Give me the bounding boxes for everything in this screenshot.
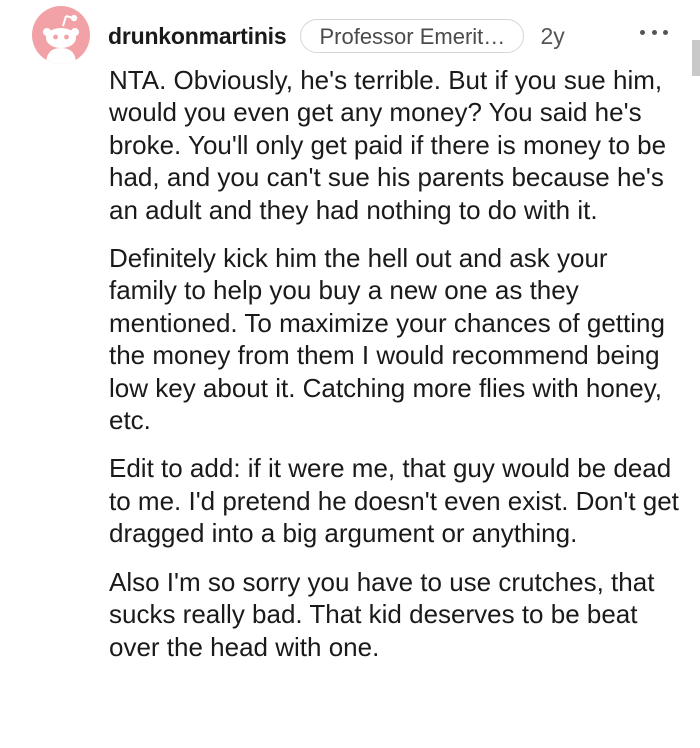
username-link[interactable]: drunkonmartinis: [108, 23, 287, 50]
comment-paragraph: NTA. Obviously, he's terrible. But if yo…: [109, 65, 667, 225]
comment: drunkonmartinis Professor Emeritass [...…: [0, 0, 700, 748]
comment-paragraph: Definitely kick him the hell out and ask…: [109, 243, 665, 436]
comment-age: 2y: [540, 22, 565, 49]
comment-paragraph: Also I'm so sorry you have to use crutch…: [109, 566, 655, 662]
comment-header: drunkonmartinis Professor Emeritass [...…: [108, 18, 565, 54]
scrollbar[interactable]: [692, 40, 700, 76]
more-options-icon[interactable]: [640, 22, 668, 42]
user-avatar[interactable]: [32, 6, 90, 64]
user-flair: Professor Emeritass [...: [300, 19, 525, 53]
comment-paragraph: Edit to add: if it were me, that guy wou…: [109, 453, 679, 549]
reddit-snoo-icon: [43, 14, 79, 64]
comment-body: NTA. Obviously, he's terrible. But if yo…: [109, 64, 679, 679]
